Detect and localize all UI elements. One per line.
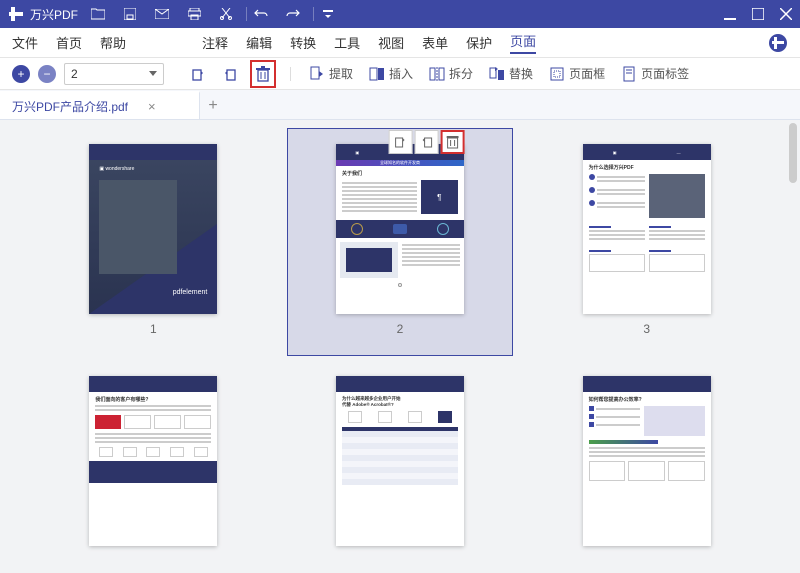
crop-icon bbox=[549, 66, 565, 82]
more-icon[interactable] bbox=[320, 6, 336, 22]
split-button[interactable]: 拆分 bbox=[425, 63, 477, 84]
extract-icon bbox=[309, 66, 325, 82]
menu-tools[interactable]: 工具 bbox=[334, 33, 360, 52]
page-thumbnail[interactable]: ▣— 为什么选择万兴PDF bbox=[553, 144, 740, 336]
page2-heading: 关于我们 bbox=[342, 170, 458, 177]
menubar: 文件 首页 帮助 注释 编辑 转换 工具 视图 表单 保护 页面 bbox=[0, 28, 800, 58]
page-select-value: 2 bbox=[71, 67, 78, 81]
add-tab-button[interactable]: + bbox=[200, 93, 226, 119]
product-name: pdfelement bbox=[173, 289, 208, 296]
split-icon bbox=[429, 66, 445, 82]
page-thumbnail[interactable]: ▣—— 全球知名的软件开发商 关于我们 ¶ bbox=[307, 144, 494, 336]
menu-convert[interactable]: 转换 bbox=[290, 33, 316, 52]
float-delete-button[interactable] bbox=[441, 130, 465, 154]
menu-protect[interactable]: 保护 bbox=[466, 33, 492, 52]
minimize-icon[interactable] bbox=[724, 8, 736, 20]
crop-button[interactable]: 页面框 bbox=[545, 63, 609, 84]
redo-icon[interactable] bbox=[285, 6, 301, 22]
chevron-down-icon bbox=[149, 71, 157, 76]
float-rotate-left-button[interactable] bbox=[389, 130, 413, 154]
menu-annotate[interactable]: 注释 bbox=[202, 33, 228, 52]
tab-title: 万兴PDF产品介绍.pdf bbox=[12, 98, 128, 115]
maximize-icon[interactable] bbox=[752, 8, 764, 20]
zoom-in-button[interactable]: + bbox=[12, 65, 30, 83]
page-thumbnail[interactable]: ▣ wondershare pdfelement 1 bbox=[60, 144, 247, 336]
page-select-dropdown[interactable]: 2 bbox=[64, 63, 164, 85]
titlebar: 万兴PDF bbox=[0, 0, 800, 28]
rotate-right-button[interactable] bbox=[218, 62, 242, 86]
page-number: 1 bbox=[150, 322, 157, 336]
menu-form[interactable]: 表单 bbox=[422, 33, 448, 52]
menu-view[interactable]: 视图 bbox=[378, 33, 404, 52]
close-icon[interactable] bbox=[780, 8, 792, 20]
tab-close-icon[interactable]: × bbox=[148, 99, 156, 114]
page-toolbar: + − 2 提取 插入 拆分 替换 页面框 页面标签 bbox=[0, 58, 800, 90]
labels-icon bbox=[621, 66, 637, 82]
menu-file[interactable]: 文件 bbox=[12, 33, 38, 52]
extract-button[interactable]: 提取 bbox=[305, 63, 357, 84]
open-folder-icon[interactable] bbox=[90, 6, 106, 22]
page3-heading: 为什么选择万兴PDF bbox=[589, 164, 705, 171]
page-number: 3 bbox=[643, 322, 650, 336]
menu-edit[interactable]: 编辑 bbox=[246, 33, 272, 52]
cut-icon[interactable] bbox=[218, 6, 234, 22]
scrollbar-thumb[interactable] bbox=[789, 123, 797, 183]
page-thumbnail[interactable]: 如何帮您提高办公效率? bbox=[553, 376, 740, 546]
page-floating-actions bbox=[389, 130, 465, 154]
pages-canvas: ▣ wondershare pdfelement 1 ▣—— 全球知名的软件开发… bbox=[0, 120, 800, 573]
menu-page[interactable]: 页面 bbox=[510, 31, 536, 54]
menu-home[interactable]: 首页 bbox=[56, 33, 82, 52]
brand-logo-icon bbox=[768, 33, 788, 53]
tabstrip: 万兴PDF产品介绍.pdf × + bbox=[0, 90, 800, 120]
insert-icon bbox=[369, 66, 385, 82]
mail-icon[interactable] bbox=[154, 6, 170, 22]
brand-mark: ▣ wondershare bbox=[99, 166, 134, 172]
rotate-left-button[interactable] bbox=[186, 62, 210, 86]
page-labels-button[interactable]: 页面标签 bbox=[617, 63, 693, 84]
delete-page-button[interactable] bbox=[250, 60, 276, 88]
float-rotate-right-button[interactable] bbox=[415, 130, 439, 154]
menu-help[interactable]: 帮助 bbox=[100, 33, 126, 52]
replace-button[interactable]: 替换 bbox=[485, 63, 537, 84]
document-tab[interactable]: 万兴PDF产品介绍.pdf × bbox=[0, 91, 200, 119]
insert-button[interactable]: 插入 bbox=[365, 63, 417, 84]
page-thumbnail[interactable]: 我们面向的客户有哪些? bbox=[60, 376, 247, 546]
undo-icon[interactable] bbox=[253, 6, 269, 22]
replace-icon bbox=[489, 66, 505, 82]
page-thumbnail[interactable]: 为什么越来越多企业用户开始代替 Adobe® Acrobat®? bbox=[307, 376, 494, 546]
zoom-out-button[interactable]: − bbox=[38, 65, 56, 83]
app-title: 万兴PDF bbox=[30, 6, 78, 23]
save-icon[interactable] bbox=[122, 6, 138, 22]
app-icon bbox=[8, 6, 24, 22]
page-number: 2 bbox=[397, 322, 404, 336]
vertical-scrollbar[interactable] bbox=[788, 122, 798, 571]
print-icon[interactable] bbox=[186, 6, 202, 22]
